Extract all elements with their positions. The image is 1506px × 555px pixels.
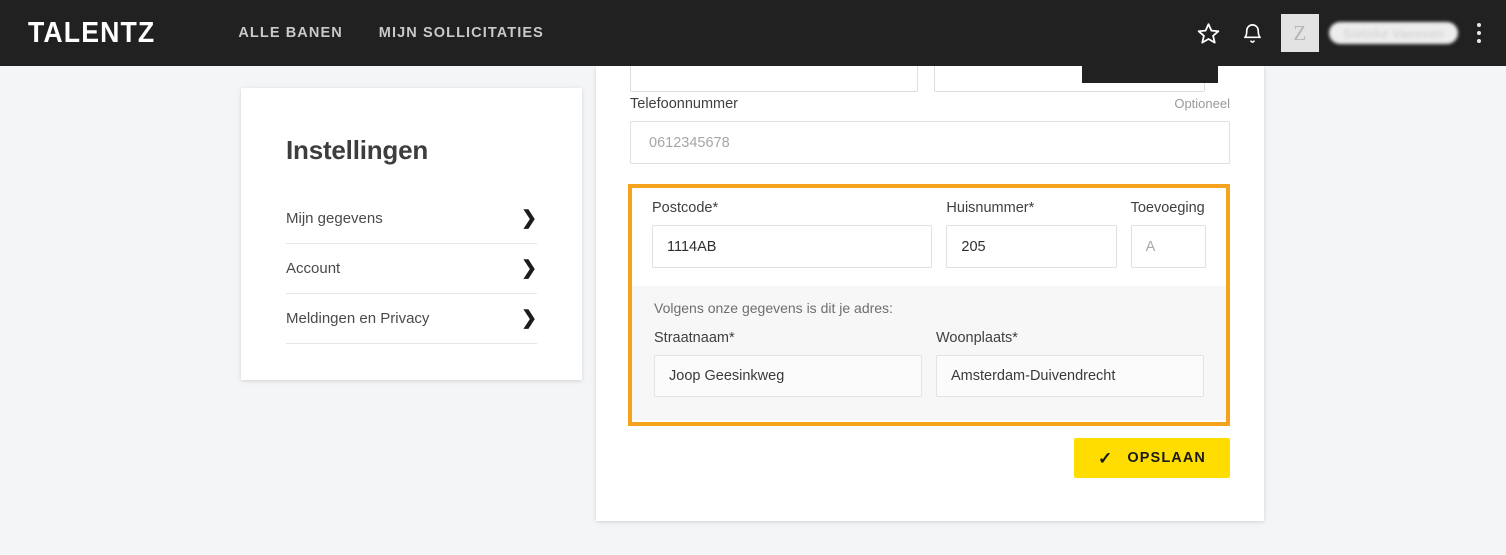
toevoeging-input[interactable] bbox=[1130, 225, 1206, 268]
kebab-dot bbox=[1477, 31, 1481, 35]
kebab-menu-icon[interactable] bbox=[1464, 11, 1494, 55]
phone-label: Telefoonnummer bbox=[630, 96, 738, 112]
user-name-label[interactable]: Sietske Vaessen bbox=[1328, 22, 1458, 44]
woonplaats-input[interactable] bbox=[936, 355, 1204, 397]
address-lookup-panel: Volgens onze gegevens is dit je adres: S… bbox=[632, 286, 1226, 420]
phone-optional-label: Optioneel bbox=[1174, 96, 1230, 111]
postcode-field: Postcode* bbox=[652, 200, 933, 268]
huisnummer-label: Huisnummer* bbox=[946, 200, 1035, 216]
chevron-right-icon: ❯ bbox=[521, 308, 537, 329]
settings-menu: Mijn gegevens ❯ Account ❯ Meldingen en P… bbox=[286, 194, 537, 344]
toevoeging-label: Toevoeging bbox=[1130, 200, 1205, 216]
header-overlay-strip bbox=[1082, 66, 1218, 83]
sidebar-item-meldingen-en-privacy[interactable]: Meldingen en Privacy ❯ bbox=[286, 294, 537, 344]
kebab-dot bbox=[1477, 23, 1481, 27]
check-icon: ✓ bbox=[1098, 448, 1114, 468]
settings-card: Instellingen Mijn gegevens ❯ Account ❯ M… bbox=[241, 88, 582, 380]
sidebar-item-mijn-gegevens[interactable]: Mijn gegevens ❯ bbox=[286, 194, 537, 244]
chevron-right-icon: ❯ bbox=[521, 208, 537, 229]
page-title: Instellingen bbox=[286, 135, 429, 165]
address-lookup-row: Straatnaam* Woonplaats* bbox=[654, 330, 1204, 397]
save-row: ✓ OPSLAAN bbox=[596, 438, 1264, 478]
header-actions: Z Sietske Vaessen bbox=[1187, 11, 1506, 55]
straatnaam-input[interactable] bbox=[654, 355, 922, 397]
postcode-label: Postcode* bbox=[652, 200, 719, 216]
postcode-input[interactable] bbox=[652, 225, 933, 268]
save-button-label: OPSLAAN bbox=[1127, 450, 1206, 466]
bell-icon[interactable] bbox=[1231, 11, 1275, 55]
brand-logo[interactable]: TALENTZ bbox=[28, 17, 155, 50]
clipped-input-left[interactable] bbox=[630, 66, 918, 92]
huisnummer-input[interactable] bbox=[946, 225, 1117, 268]
woonplaats-field: Woonplaats* bbox=[936, 330, 1204, 397]
toevoeging-field: Toevoeging bbox=[1130, 200, 1206, 268]
nav-item-alle-banen[interactable]: ALLE BANEN bbox=[238, 25, 342, 41]
star-icon[interactable] bbox=[1187, 11, 1231, 55]
huisnummer-field: Huisnummer* bbox=[946, 200, 1117, 268]
main-nav: ALLE BANEN MIJN SOLLICITATIES bbox=[238, 25, 544, 41]
sidebar-item-label: Account bbox=[286, 260, 341, 277]
address-inputs-row: Postcode* Huisnummer* Toevoeging bbox=[652, 200, 1206, 268]
save-button[interactable]: ✓ OPSLAAN bbox=[1074, 438, 1230, 478]
woonplaats-label: Woonplaats* bbox=[936, 330, 1018, 346]
sidebar-item-label: Meldingen en Privacy bbox=[286, 310, 430, 327]
phone-input[interactable] bbox=[630, 121, 1230, 164]
profile-form-panel: Telefoonnummer Optioneel Postcode* Huisn… bbox=[596, 66, 1264, 521]
straatnaam-field: Straatnaam* bbox=[654, 330, 922, 397]
address-lookup-note: Volgens onze gegevens is dit je adres: bbox=[654, 300, 893, 316]
phone-field-header: Telefoonnummer Optioneel bbox=[630, 96, 1230, 112]
sidebar-item-account[interactable]: Account ❯ bbox=[286, 244, 537, 294]
chevron-right-icon: ❯ bbox=[521, 258, 537, 279]
address-highlight-box: Postcode* Huisnummer* Toevoeging Volgens… bbox=[628, 184, 1230, 426]
sidebar-item-label: Mijn gegevens bbox=[286, 210, 383, 227]
avatar[interactable]: Z bbox=[1280, 14, 1319, 52]
top-header: TALENTZ ALLE BANEN MIJN SOLLICITATIES Z … bbox=[0, 0, 1506, 66]
straatnaam-label: Straatnaam* bbox=[654, 330, 735, 346]
nav-item-mijn-sollicitaties[interactable]: MIJN SOLLICITATIES bbox=[379, 25, 544, 41]
form-fields: Telefoonnummer Optioneel bbox=[630, 96, 1230, 164]
kebab-dot bbox=[1477, 39, 1481, 43]
